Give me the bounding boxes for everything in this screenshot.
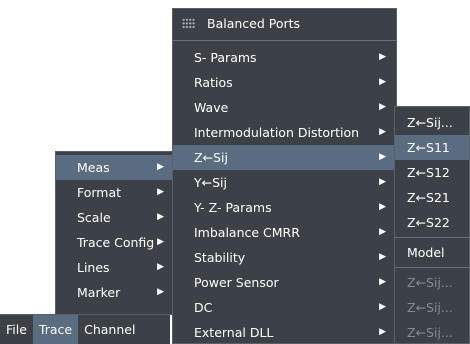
submenu-arrow-icon: ▶ [379,127,386,137]
trace-menu-item-scale[interactable]: Scale ▶ [56,205,174,230]
submenu-arrow-icon: ▶ [379,202,386,212]
trace-menu-item-trace-config[interactable]: Trace Config ▶ [56,230,174,255]
zsij-menu-item-disabled-2: Z←Sij... [407,300,453,315]
menu-item-label: External DLL [194,325,274,340]
submenu-arrow-icon: ▶ [379,177,386,187]
submenu-arrow-icon: ▶ [379,227,386,237]
zsij-menu-item-z-sij-dialog[interactable]: Z←Sij... [395,110,469,135]
submenu-arrow-icon: ▶ [157,237,164,247]
grid-icon [182,18,195,29]
meas-menu-item-intermodulation-distortion[interactable]: Intermodulation Distortion ▶ [173,120,396,145]
submenu-arrow-icon: ▶ [157,287,164,297]
menu-item-label: Lines [77,260,110,275]
menu-item-label: Y- Z- Params [194,200,272,215]
submenu-arrow-icon: ▶ [157,187,164,197]
menu-item-label: DC [194,300,213,315]
menu-item-label: S- Params [194,50,257,65]
menu-item-label: Z←Sij [194,150,228,165]
zsij-menu: Z←Sij... Z←S11 Z←S12 Z←S21 Z←S22 Model Z… [394,106,470,344]
trace-menu-item-meas[interactable]: Meas ▶ [56,155,174,180]
trace-menu: Meas ▶ Format ▶ Scale ▶ Trace Config ▶ L… [55,151,175,315]
submenu-arrow-icon: ▶ [379,302,386,312]
submenu-arrow-icon: ▶ [379,77,386,87]
menubar: File Trace Channel [0,314,170,344]
submenu-arrow-icon: ▶ [379,52,386,62]
zsij-menu-item-disabled-3: Z←Sij... [407,325,453,340]
submenu-arrow-icon: ▶ [379,327,386,337]
meas-menu-item-dc[interactable]: DC ▶ [173,295,396,320]
meas-menu-item-external-dll[interactable]: External DLL ▶ [173,320,396,344]
meas-menu-item-power-sensor[interactable]: Power Sensor ▶ [173,270,396,295]
submenu-arrow-icon: ▶ [157,162,164,172]
submenu-arrow-icon: ▶ [379,102,386,112]
menu-item-label: Power Sensor [194,275,279,290]
menu-item-label: Ratios [194,75,233,90]
menubar-channel[interactable]: Channel [78,315,141,344]
zsij-menu-item-z-s11[interactable]: Z←S11 [395,135,469,160]
zsij-menu-item-model[interactable]: Model [395,240,469,265]
menu-item-label: Intermodulation Distortion [194,125,360,140]
menu-separator [395,267,469,268]
submenu-arrow-icon: ▶ [157,262,164,272]
meas-menu-item-y-z-params[interactable]: Y- Z- Params ▶ [173,195,396,220]
meas-menu-item-y-sij[interactable]: Y←Sij ▶ [173,170,396,195]
menu-item-label: Scale [77,210,111,225]
menubar-file[interactable]: File [0,315,33,344]
menu-separator [395,237,469,238]
meas-menu-item-z-sij[interactable]: Z←Sij ▶ [173,145,396,170]
menu-separator [173,40,396,41]
zsij-menu-item-z-s12[interactable]: Z←S12 [395,160,469,185]
zsij-menu-item-z-s21[interactable]: Z←S21 [395,185,469,210]
submenu-arrow-icon: ▶ [157,212,164,222]
zsij-menu-item-z-s22[interactable]: Z←S22 [395,210,469,235]
menu-item-label: Marker [77,285,121,300]
menu-item-label: Trace Config [77,235,155,250]
submenu-arrow-icon: ▶ [379,277,386,287]
menu-item-label: Y←Sij [194,175,227,190]
meas-menu-item-balanced-ports[interactable]: Balanced Ports [173,10,396,37]
zsij-menu-item-disabled-1: Z←Sij... [407,275,453,290]
meas-menu-item-wave[interactable]: Wave ▶ [173,95,396,120]
meas-menu-item-imbalance-cmrr[interactable]: Imbalance CMRR ▶ [173,220,396,245]
menu-item-label: Wave [194,100,229,115]
menu-item-label: Stability [194,250,246,265]
menu-item-label: Imbalance CMRR [194,225,300,240]
menu-item-label: Format [77,185,122,200]
menubar-trace[interactable]: Trace [32,314,79,344]
meas-menu: Balanced Ports S- Params ▶ Ratios ▶ Wave… [172,8,397,344]
submenu-arrow-icon: ▶ [379,152,386,162]
meas-menu-item-stability[interactable]: Stability ▶ [173,245,396,270]
trace-menu-item-format[interactable]: Format ▶ [56,180,174,205]
submenu-arrow-icon: ▶ [379,252,386,262]
menu-item-label: Balanced Ports [207,16,301,31]
trace-menu-item-lines[interactable]: Lines ▶ [56,255,174,280]
meas-menu-item-s-params[interactable]: S- Params ▶ [173,45,396,70]
meas-menu-item-ratios[interactable]: Ratios ▶ [173,70,396,95]
trace-menu-item-marker[interactable]: Marker ▶ [56,280,174,305]
menu-item-label: Meas [77,160,110,175]
